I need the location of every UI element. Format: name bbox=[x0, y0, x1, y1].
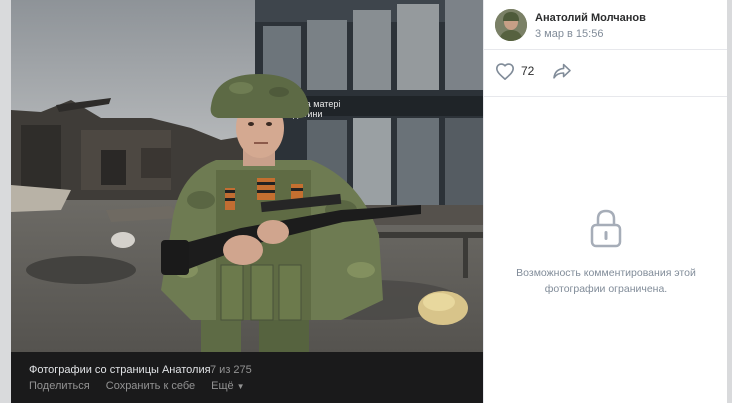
share-button[interactable] bbox=[552, 63, 572, 84]
album-title-link[interactable]: Фотографии со страницы Анатолия bbox=[29, 364, 211, 376]
divider bbox=[484, 96, 727, 97]
like-button[interactable]: 72 bbox=[495, 62, 534, 80]
photo-viewer: рната матері дитини bbox=[11, 0, 727, 403]
author-name-link[interactable]: Анатолий Молчанов bbox=[535, 12, 646, 24]
photo-pane: рната матері дитини bbox=[11, 0, 483, 403]
more-label: Ещё bbox=[211, 380, 234, 392]
chevron-down-icon: ▼ bbox=[236, 382, 245, 391]
author-block bbox=[495, 9, 527, 41]
photo-position-counter: 7 из 275 bbox=[210, 364, 252, 376]
save-link[interactable]: Сохранить к себе bbox=[106, 380, 195, 392]
photo-actions: Поделиться Сохранить к себе Ещё ▼ bbox=[29, 380, 245, 392]
avatar-image bbox=[495, 9, 527, 41]
post-date[interactable]: 3 мар в 15:56 bbox=[535, 28, 603, 40]
photo-caption-bar: Фотографии со страницы Анатолия 7 из 275… bbox=[11, 352, 483, 403]
like-count: 72 bbox=[521, 64, 535, 78]
divider bbox=[484, 49, 727, 50]
lock-icon bbox=[589, 208, 623, 253]
more-menu[interactable]: Ещё ▼ bbox=[211, 380, 244, 392]
heart-icon bbox=[495, 63, 515, 80]
photo-image: рната матері дитини bbox=[11, 0, 483, 352]
avatar[interactable] bbox=[495, 9, 527, 41]
photo[interactable]: рната матері дитини bbox=[11, 0, 483, 352]
share-link[interactable]: Поделиться bbox=[29, 380, 90, 392]
comments-restricted-text: Возможность комментирования этой фотогра… bbox=[516, 267, 696, 295]
share-arrow-icon bbox=[553, 63, 571, 79]
post-info-panel: Анатолий Молчанов 3 мар в 15:56 72 Возмо… bbox=[483, 0, 727, 403]
